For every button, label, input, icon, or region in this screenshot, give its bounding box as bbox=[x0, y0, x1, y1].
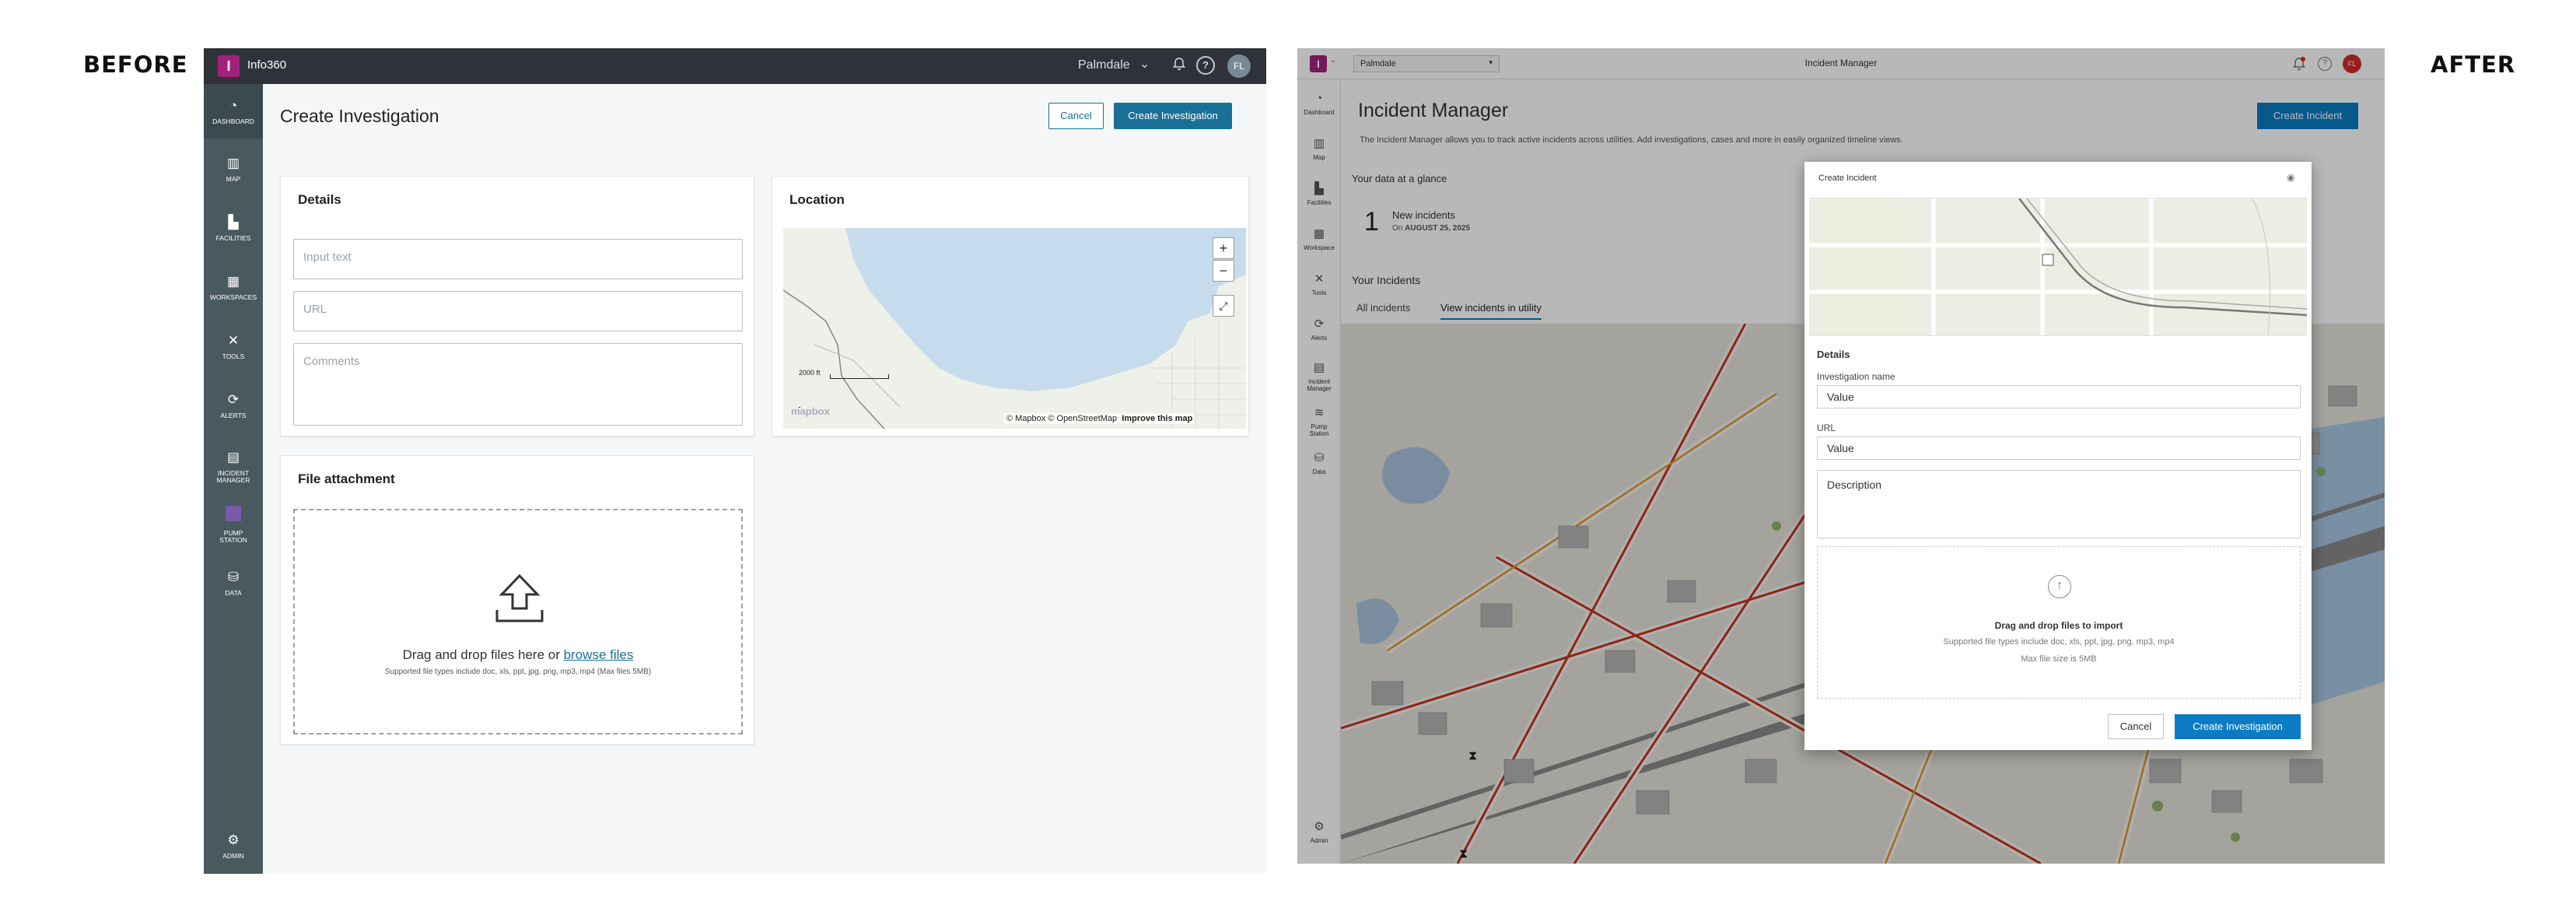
gear-icon: ⚙ bbox=[227, 833, 240, 847]
after-screenshot: I ⌄ Palmdale ▾ Incident Manager ? FL ◔ Das… bbox=[1297, 48, 2385, 864]
cancel-button[interactable]: Cancel bbox=[2108, 714, 2164, 739]
fullscreen-icon[interactable]: ⤢ bbox=[1213, 295, 1234, 317]
file-drop-zone[interactable]: ↑ Drag and drop files to import Supporte… bbox=[1817, 546, 2301, 699]
avatar[interactable]: FL bbox=[1227, 54, 1251, 78]
improve-map-link[interactable]: Improve this map bbox=[1122, 414, 1192, 423]
sidebar-item-facilities[interactable]: ▙ FACILITIES bbox=[204, 215, 263, 242]
dashboard-icon: ◔ bbox=[229, 98, 238, 113]
drop-max: Max file size is 5MB bbox=[2021, 654, 2097, 664]
alerts-icon: ⟳ bbox=[227, 392, 240, 407]
supported-types-text: Supported file types include doc, xls, p… bbox=[384, 668, 652, 676]
sidebar-item-workspaces[interactable]: ▦ WORKSPACES bbox=[204, 274, 263, 301]
sidebar-item-map[interactable]: ▥ MAP bbox=[204, 156, 263, 183]
cancel-button[interactable]: Cancel bbox=[1048, 103, 1104, 129]
upload-icon: ↑ bbox=[2048, 575, 2071, 598]
incident-manager-icon: ▤ bbox=[226, 450, 240, 465]
file-attachment-card: File attachment Drag and drop files here… bbox=[280, 455, 754, 745]
bell-icon[interactable] bbox=[1170, 56, 1188, 75]
details-heading: Details bbox=[298, 192, 341, 207]
sidebar-item-alerts[interactable]: ⟳ ALERTS bbox=[204, 392, 263, 419]
region-selector[interactable]: Palmdale bbox=[1078, 58, 1130, 72]
zoom-in-button[interactable]: + bbox=[1213, 237, 1234, 259]
tools-icon: ✕ bbox=[227, 333, 240, 348]
app-logo[interactable]: I bbox=[218, 55, 240, 77]
upload-icon bbox=[492, 573, 547, 629]
modal-location-map[interactable] bbox=[1809, 198, 2307, 336]
description-textarea[interactable]: Description bbox=[1817, 470, 2301, 538]
input-text-field[interactable]: Input text bbox=[293, 239, 743, 279]
investigation-name-label: Investigation name bbox=[1817, 371, 1895, 382]
app-name: Info360 bbox=[247, 58, 287, 72]
sidebar-item-incident-manager[interactable]: ▤ INCIDENT MANAGER bbox=[204, 450, 263, 485]
sidebar-item-data[interactable]: ⛁ DATA bbox=[204, 570, 263, 597]
sidebar-item-tools[interactable]: ✕ TOOLS bbox=[204, 333, 263, 360]
top-bar: I Info360 Palmdale ⌄ ? FL bbox=[204, 48, 1266, 84]
url-input[interactable]: Value bbox=[1817, 436, 2301, 460]
eye-icon[interactable]: ◉ bbox=[2287, 172, 2294, 183]
sidebar-item-dashboard[interactable]: ◔ DASHBOARD bbox=[204, 84, 263, 138]
pump-station-icon bbox=[210, 506, 257, 525]
browse-files-link[interactable]: browse files bbox=[564, 647, 634, 662]
drop-title: Drag and drop files to import bbox=[1994, 620, 2123, 631]
details-card: Details Input text URL Comments bbox=[280, 176, 754, 436]
location-map[interactable]: 2000 ft mapbox + − ⤢ © Mapbox © OpenStre… bbox=[783, 228, 1246, 429]
drop-types: Supported file types include doc, xls, p… bbox=[1943, 637, 2175, 647]
before-label: BEFORE bbox=[83, 51, 188, 78]
help-icon[interactable]: ? bbox=[1196, 56, 1215, 75]
before-screenshot: I Info360 Palmdale ⌄ ? FL ◔ DASHBOARD ▥ MA… bbox=[204, 48, 1266, 874]
page-title: Create Investigation bbox=[280, 106, 439, 126]
map-attribution: © Mapbox © OpenStreetMap Improve this ma… bbox=[1004, 413, 1195, 424]
create-incident-modal: Create Incident ◉ Details Investigation … bbox=[1804, 162, 2312, 750]
mapbox-logo: mapbox bbox=[791, 405, 830, 417]
main-content: Create Investigation Cancel Create Inves… bbox=[263, 84, 1266, 874]
chevron-down-icon[interactable]: ⌄ bbox=[1139, 56, 1150, 72]
create-investigation-button[interactable]: Create Investigation bbox=[1114, 103, 1232, 129]
sidebar-item-pump-station[interactable]: PUMP STATION bbox=[204, 506, 263, 545]
sidebar: ◔ DASHBOARD ▥ MAP ▙ FACILITIES ▦ WORKSPACES … bbox=[204, 84, 263, 874]
create-investigation-button[interactable]: Create Investigation bbox=[2175, 714, 2301, 739]
file-attachment-heading: File attachment bbox=[298, 472, 395, 486]
sidebar-item-admin[interactable]: ⚙ ADMIN bbox=[204, 833, 263, 860]
url-label: URL bbox=[1817, 422, 1836, 433]
location-card: Location 2000 ft mapbox + − ⤢ © Mapbox ©… bbox=[772, 176, 1249, 436]
facilities-icon: ▙ bbox=[228, 215, 239, 230]
map-scale-label: 2000 ft bbox=[799, 369, 821, 377]
comments-field[interactable]: Comments bbox=[293, 343, 743, 426]
drop-instructions: Drag and drop files here or browse files bbox=[402, 647, 634, 662]
location-heading: Location bbox=[789, 192, 845, 207]
url-field[interactable]: URL bbox=[293, 291, 743, 331]
investigation-name-input[interactable]: Value bbox=[1817, 385, 2301, 408]
file-drop-zone[interactable]: Drag and drop files here or browse files… bbox=[293, 509, 743, 734]
after-label: AFTER bbox=[2431, 51, 2516, 78]
modal-details-heading: Details bbox=[1817, 349, 1850, 360]
data-icon: ⛁ bbox=[227, 570, 240, 584]
map-icon: ▥ bbox=[226, 156, 240, 170]
zoom-out-button[interactable]: − bbox=[1213, 260, 1234, 282]
modal-title: Create Incident bbox=[1818, 174, 1877, 183]
map-scale-bar bbox=[830, 374, 889, 379]
workspaces-icon: ▦ bbox=[226, 274, 240, 289]
